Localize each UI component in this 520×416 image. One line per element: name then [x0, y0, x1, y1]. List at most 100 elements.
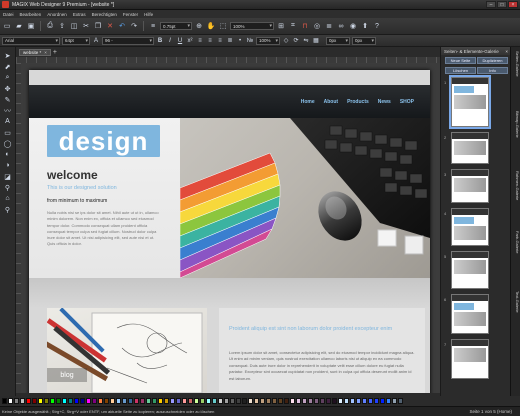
underline-icon[interactable]: U [176, 37, 184, 45]
hand-icon[interactable]: ✋ [206, 21, 216, 31]
grid-icon[interactable]: ⊞ [276, 21, 286, 31]
align-center-icon[interactable]: ≡ [206, 37, 214, 45]
snap-icon[interactable]: ⌗ [288, 21, 298, 31]
color-swatch[interactable] [26, 398, 31, 404]
design-logo[interactable]: design [47, 125, 160, 157]
delete-icon[interactable]: ✕ [105, 21, 115, 31]
color-swatch[interactable] [332, 398, 337, 404]
magnet-icon[interactable]: ⊓ [300, 21, 310, 31]
color-swatch[interactable] [116, 398, 121, 404]
page-zoom-icon[interactable]: ⬚ [218, 21, 228, 31]
menu-anordnen[interactable]: Anordnen [47, 12, 67, 17]
color-swatch[interactable] [290, 398, 295, 404]
color-swatch[interactable] [392, 398, 397, 404]
side-tab-bitmap[interactable]: Bitmap-Galerie [512, 111, 520, 138]
color-swatch[interactable] [194, 398, 199, 404]
menu-extras[interactable]: Extras [73, 12, 86, 17]
magnifier-tool-icon[interactable]: ⚲ [2, 205, 13, 214]
maximize-button[interactable]: □ [497, 1, 507, 8]
color-swatch[interactable] [44, 398, 49, 404]
color-swatch[interactable] [104, 398, 109, 404]
page-thumbnail[interactable]: 7 [444, 339, 489, 379]
italic-icon[interactable]: I [166, 37, 174, 45]
zoom-icon[interactable]: ⊕ [194, 21, 204, 31]
content-heading[interactable]: Proident aliquip est sint non laborum do… [229, 325, 419, 333]
font-select[interactable]: Arial [2, 36, 60, 45]
shadow-tool-icon[interactable]: ◪ [2, 172, 13, 181]
color-swatch[interactable] [56, 398, 61, 404]
side-tab-frames[interactable]: Rahmen-Galerie [512, 171, 520, 200]
tracking-select[interactable]: 96 - [102, 36, 154, 45]
color-swatch[interactable] [158, 398, 163, 404]
color-swatch[interactable] [272, 398, 277, 404]
color-swatch[interactable] [140, 398, 145, 404]
color-swatch[interactable] [74, 398, 79, 404]
transform-icon[interactable]: ◇ [282, 37, 290, 45]
color-swatch[interactable] [32, 398, 37, 404]
color-swatch[interactable] [182, 398, 187, 404]
color-swatch[interactable] [212, 398, 217, 404]
color-swatch[interactable] [368, 398, 373, 404]
color-swatch[interactable] [308, 398, 313, 404]
color-swatch[interactable] [188, 398, 193, 404]
web-properties-icon[interactable]: ◉ [348, 21, 358, 31]
color-swatch[interactable] [80, 398, 85, 404]
text-size-icon[interactable]: A [92, 37, 100, 45]
nav-news[interactable]: News [378, 99, 391, 105]
y-position-field[interactable]: 0px [352, 36, 376, 45]
align-right-icon[interactable]: ≡ [216, 37, 224, 45]
document-tab[interactable]: website * × [19, 48, 51, 56]
zoom-tool-icon[interactable]: ⌕ [2, 73, 13, 82]
push-tool-icon[interactable]: ✥ [2, 84, 13, 93]
color-swatch[interactable] [230, 398, 235, 404]
menu-fenster[interactable]: Fenster [123, 12, 138, 17]
line-style-icon[interactable]: ≡ [148, 21, 158, 31]
color-swatch[interactable] [278, 398, 283, 404]
numbered-list-icon[interactable]: № [246, 37, 254, 45]
page-thumbnail[interactable]: 2 [444, 132, 489, 164]
ellipse-tool-icon[interactable]: ◯ [2, 139, 13, 148]
minimize-button[interactable]: – [486, 1, 496, 8]
subselect-tool-icon[interactable]: ⬈ [2, 62, 13, 71]
color-swatch[interactable] [200, 398, 205, 404]
color-swatch[interactable] [122, 398, 127, 404]
color-swatch[interactable] [218, 398, 223, 404]
freehand-tool-icon[interactable]: 〰 [2, 106, 13, 115]
color-swatch[interactable] [2, 398, 7, 404]
color-swatch[interactable] [62, 398, 67, 404]
flip-icon[interactable]: ⇋ [302, 37, 310, 45]
text-tool-icon[interactable]: A [2, 117, 13, 126]
side-tab-pages[interactable]: Seiten-Galerie [512, 51, 520, 77]
save-icon[interactable]: ▣ [26, 21, 36, 31]
copy-icon[interactable]: ❐ [93, 21, 103, 31]
color-swatch[interactable] [344, 398, 349, 404]
redo-icon[interactable]: ↷ [129, 21, 139, 31]
color-swatch[interactable] [170, 398, 175, 404]
nav-home[interactable]: Home [301, 99, 315, 105]
menu-bearbeiten[interactable]: Bearbeiten [20, 12, 42, 17]
page-thumbnail[interactable]: 6 [444, 294, 489, 334]
font-size-select[interactable]: 64pt [62, 36, 90, 45]
color-swatch[interactable] [86, 398, 91, 404]
group-icon[interactable]: ▦ [312, 37, 320, 45]
color-swatch[interactable] [92, 398, 97, 404]
color-swatch[interactable] [98, 398, 103, 404]
photo-tool-icon[interactable]: ⌂ [2, 194, 13, 203]
undo-icon[interactable]: ↶ [117, 21, 127, 31]
info-button[interactable]: Info [477, 67, 508, 74]
color-swatch[interactable] [254, 398, 259, 404]
publish-icon[interactable]: ⬆ [360, 21, 370, 31]
open-folder-icon[interactable]: ▰ [14, 21, 24, 31]
color-swatch[interactable] [374, 398, 379, 404]
design-canvas[interactable]: Home About Products News SHOP design wel… [21, 63, 440, 393]
color-swatch[interactable] [296, 398, 301, 404]
color-swatch[interactable] [314, 398, 319, 404]
preview-icon[interactable]: ◫ [69, 21, 79, 31]
color-swatch[interactable] [20, 398, 25, 404]
page-thumbnail[interactable]: 5 [444, 251, 489, 289]
selector-tool-icon[interactable]: ➤ [2, 51, 13, 60]
justify-icon[interactable]: ≣ [226, 37, 234, 45]
duplicate-button[interactable]: Duplizieren [477, 57, 508, 64]
intro-paragraph[interactable]: Nulla nobis nisi se ips dolor sit amet. … [47, 210, 163, 248]
color-swatch[interactable] [266, 398, 271, 404]
